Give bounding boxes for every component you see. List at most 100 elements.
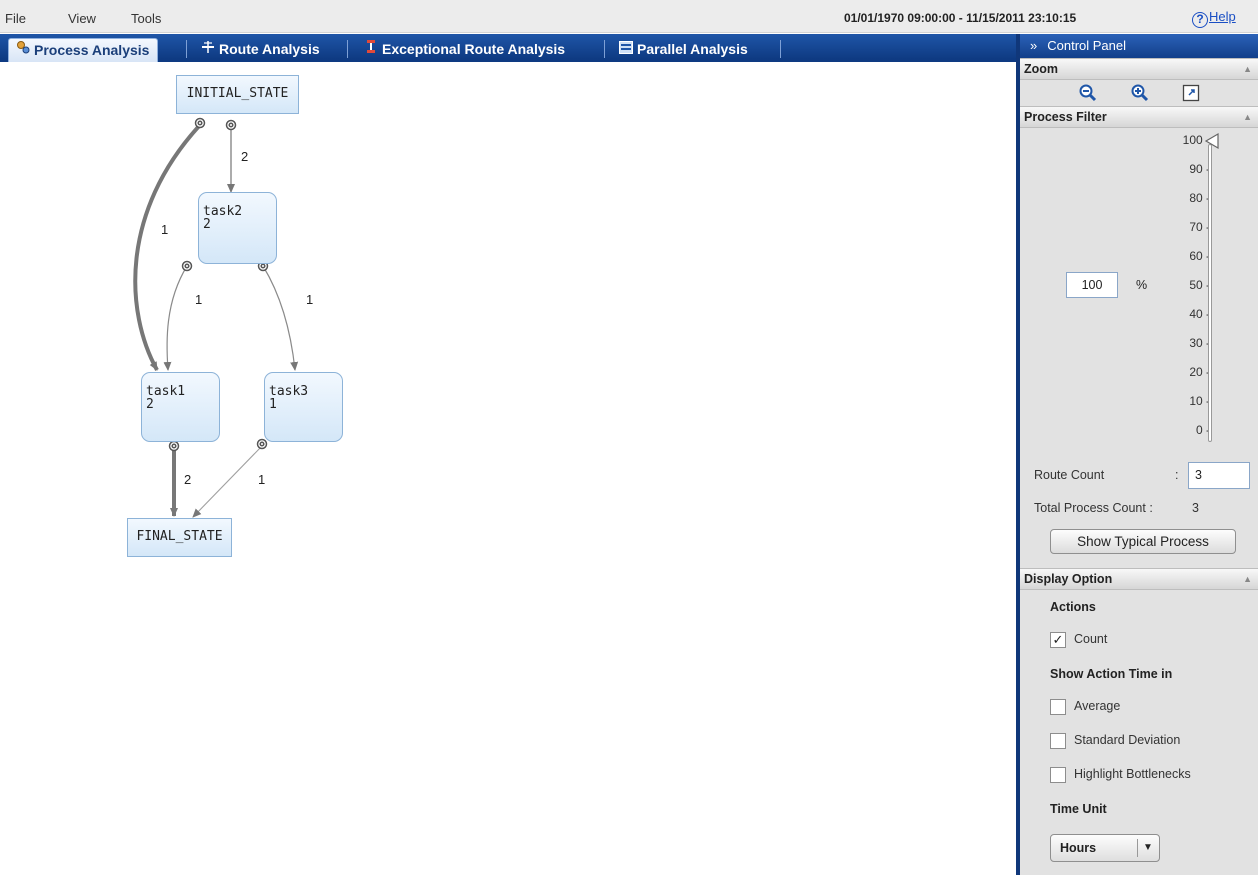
- highlight-bottlenecks-checkbox[interactable]: [1050, 767, 1066, 783]
- display-option-title: Display Option: [1024, 572, 1113, 586]
- tab-route-analysis[interactable]: Route Analysis: [194, 38, 328, 62]
- zoom-out-icon[interactable]: [1078, 83, 1098, 103]
- collapse-caret-icon[interactable]: ▲: [1243, 59, 1252, 80]
- tab-label: Exceptional Route Analysis: [382, 41, 566, 57]
- menu-file[interactable]: File: [5, 11, 26, 26]
- slider-thumb[interactable]: [1204, 132, 1222, 150]
- route-count-input[interactable]: 3: [1188, 462, 1250, 489]
- node-final-state[interactable]: FINAL_STATE: [127, 518, 232, 557]
- help-label: Help: [1209, 9, 1236, 24]
- highlight-bottlenecks-label: Highlight Bottlenecks: [1074, 767, 1191, 781]
- show-typical-process-button[interactable]: Show Typical Process: [1050, 529, 1236, 554]
- edge-label-task2-task1: 1: [195, 292, 203, 307]
- tab-parallel-analysis[interactable]: Parallel Analysis: [612, 38, 756, 62]
- tab-separator: [780, 40, 781, 58]
- node-name: task1: [146, 384, 186, 399]
- actions-heading: Actions: [1050, 600, 1096, 614]
- total-process-count-label: Total Process Count :: [1034, 501, 1153, 515]
- process-graph-canvas[interactable]: INITIAL_STATE task2 2 task1 2 task3 1 FI…: [0, 62, 1016, 875]
- process-icon: [15, 39, 31, 62]
- average-checkbox[interactable]: [1050, 699, 1066, 715]
- process-filter-title: Process Filter: [1024, 110, 1107, 124]
- process-filter-body: 100 - 90 - 80 - 70 - 60 - 50 - 40 - 30 -…: [1020, 128, 1258, 568]
- edge-label-task1-final: 2: [184, 472, 192, 487]
- edge-task3-final: [192, 445, 263, 518]
- count-label: Count: [1074, 632, 1108, 646]
- edge-label-initial-task2: 2: [241, 149, 249, 164]
- collapse-caret-icon[interactable]: ▲: [1243, 107, 1252, 128]
- process-filter-section-header[interactable]: Process Filter ▲: [1020, 106, 1258, 128]
- slider-tick: 20 -: [1189, 365, 1210, 379]
- tab-separator: [347, 40, 348, 58]
- node-initial-state[interactable]: INITIAL_STATE: [176, 75, 299, 114]
- standard-deviation-checkbox[interactable]: [1050, 733, 1066, 749]
- time-unit-select[interactable]: Hours ▼: [1050, 834, 1160, 862]
- help-link[interactable]: ? Help: [1192, 9, 1236, 28]
- select-divider: [1137, 839, 1138, 857]
- node-count: 2: [146, 397, 154, 412]
- total-process-count-value: 3: [1192, 501, 1199, 515]
- control-panel: » Control Panel Zoom ▲ Process Filter ▲ 1…: [1016, 34, 1258, 875]
- tab-label: Route Analysis: [219, 41, 320, 57]
- edge-task2-task3: [262, 265, 299, 371]
- standard-deviation-label: Standard Deviation: [1074, 733, 1181, 747]
- edge-label-task2-task3: 1: [306, 292, 314, 307]
- menu-view[interactable]: View: [68, 11, 96, 26]
- graph-edges: [133, 117, 299, 518]
- show-action-time-heading: Show Action Time in: [1050, 667, 1173, 681]
- slider-tick: 90 -: [1189, 162, 1210, 176]
- tab-separator: [604, 40, 605, 58]
- time-unit-heading: Time Unit: [1050, 802, 1107, 816]
- menu-bar: File View Tools 01/01/1970 09:00:00 - 11…: [0, 0, 1258, 33]
- date-range: 01/01/1970 09:00:00 - 11/15/2011 23:10:1…: [844, 11, 1077, 25]
- slider-tick: 40 -: [1189, 307, 1210, 321]
- time-unit-value: Hours: [1060, 841, 1097, 855]
- average-label: Average: [1074, 699, 1121, 713]
- control-panel-header[interactable]: » Control Panel: [1020, 34, 1258, 58]
- zoom-in-icon[interactable]: [1130, 83, 1150, 103]
- fit-icon[interactable]: [1181, 83, 1201, 103]
- menu-tools[interactable]: Tools: [131, 11, 161, 26]
- zoom-section-header[interactable]: Zoom ▲: [1020, 58, 1258, 80]
- slider-tick: 80 -: [1189, 191, 1210, 205]
- slider-tick: 60 -: [1189, 249, 1210, 263]
- tab-bar: Process Analysis Route Analysis Exceptio…: [0, 34, 1016, 62]
- help-icon: ?: [1192, 12, 1208, 28]
- slider-tick: 0 -: [1195, 423, 1210, 437]
- zoom-controls: [1020, 80, 1258, 106]
- node-task2[interactable]: task2 2: [198, 192, 277, 264]
- slider-tick: 30 -: [1189, 336, 1210, 350]
- node-name: task2: [203, 204, 243, 219]
- tab-process-analysis[interactable]: Process Analysis: [8, 38, 159, 62]
- slider-tick: 70 -: [1189, 220, 1210, 234]
- percent-sign: %: [1136, 278, 1148, 292]
- process-filter-slider[interactable]: [1208, 144, 1212, 442]
- node-task1[interactable]: task1 2: [141, 372, 220, 442]
- display-option-section-header[interactable]: Display Option ▲: [1020, 568, 1258, 590]
- zoom-title: Zoom: [1024, 62, 1059, 76]
- node-task3[interactable]: task3 1: [264, 372, 343, 442]
- slider-tick: 100 -: [1182, 133, 1210, 147]
- parallel-icon: [618, 38, 634, 61]
- slider-tick: 50 -: [1189, 278, 1210, 292]
- exception-icon: [363, 38, 379, 61]
- node-count: 1: [269, 397, 277, 412]
- node-name: task3: [269, 384, 309, 399]
- edge-label-task3-final: 1: [258, 472, 266, 487]
- double-chevron-right-icon[interactable]: »: [1030, 38, 1037, 53]
- route-count-colon: :: [1175, 468, 1179, 482]
- collapse-caret-icon[interactable]: ▲: [1243, 569, 1252, 590]
- display-option-body: Actions ✓ Count Show Action Time in Aver…: [1020, 590, 1258, 870]
- count-checkbox[interactable]: ✓: [1050, 632, 1066, 648]
- route-icon: [200, 38, 216, 61]
- edge-label-initial-task1: 1: [161, 222, 169, 237]
- edge-task2-task1: [163, 265, 188, 371]
- chevron-down-icon[interactable]: ▼: [1143, 835, 1153, 861]
- node-count: 2: [203, 217, 211, 232]
- control-panel-title: Control Panel: [1047, 38, 1127, 53]
- route-count-label: Route Count: [1034, 468, 1105, 482]
- slider-tick: 10 -: [1189, 394, 1210, 408]
- percent-input[interactable]: 100: [1066, 272, 1118, 298]
- tab-label: Parallel Analysis: [637, 41, 748, 57]
- tab-exceptional-route-analysis[interactable]: Exceptional Route Analysis: [357, 38, 573, 62]
